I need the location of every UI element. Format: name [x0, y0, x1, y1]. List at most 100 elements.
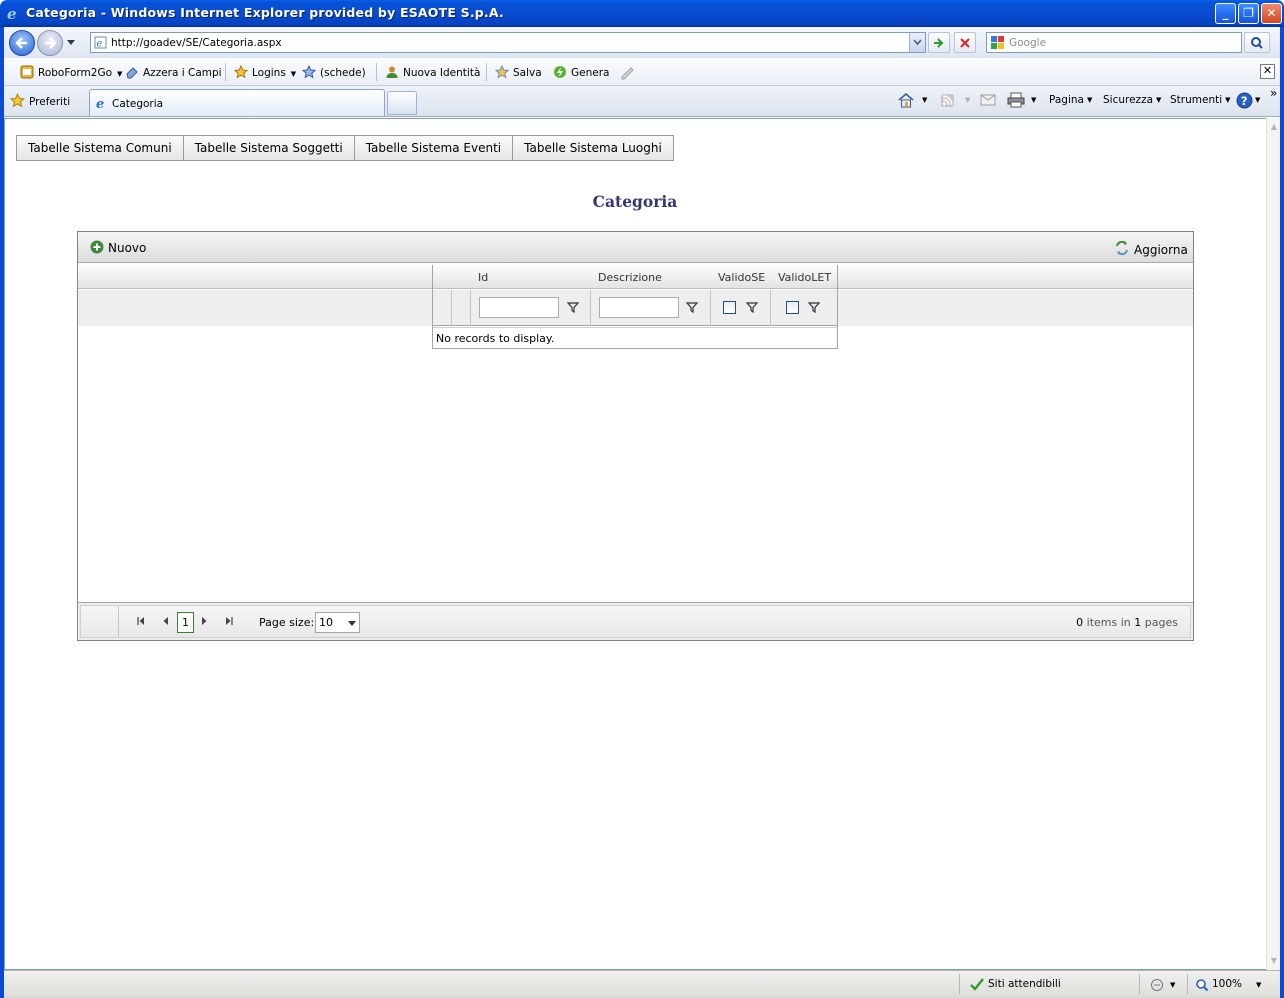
menu-sicurezza[interactable]: Sicurezza ▼ [1103, 94, 1161, 106]
help-icon[interactable]: ? [1236, 92, 1253, 109]
tab-categoria[interactable]: e Categoria [89, 89, 385, 116]
close-toolbar-button[interactable]: ✕ [1260, 64, 1275, 79]
menu-pagina-label: Pagina [1049, 94, 1084, 106]
filter-icon[interactable] [685, 300, 699, 314]
identity-person-icon [386, 66, 398, 78]
page-size-select[interactable]: 10 [315, 612, 360, 633]
page-count: 1 [1134, 616, 1142, 629]
logins-button[interactable]: Logins ▼ [234, 65, 296, 79]
new-identity-button[interactable]: Nuova Identità [385, 65, 480, 79]
roboform-button[interactable]: RoboForm2Go ▼ [20, 65, 122, 79]
favorites-button[interactable]: Preferiti [9, 92, 70, 108]
page-icon: e [94, 36, 107, 49]
go-button[interactable] [928, 32, 950, 53]
id-filter-input[interactable] [479, 297, 559, 318]
protected-dropdown-icon[interactable]: ▼ [1170, 981, 1175, 989]
column-separator [590, 290, 591, 326]
menu-pagina[interactable]: Pagina ▼ [1049, 94, 1092, 106]
print-dropdown-icon[interactable]: ▼ [1031, 96, 1036, 104]
grid-command-bar: Nuovo Aggiorna [78, 232, 1193, 263]
next-page-icon[interactable] [197, 614, 211, 628]
tabs-sets-label: (schede) [320, 67, 366, 79]
previous-page-icon[interactable] [159, 614, 173, 628]
scroll-up-icon[interactable]: ▲ [1267, 120, 1281, 134]
new-tab-button[interactable] [387, 91, 417, 115]
status-separator [1139, 974, 1140, 994]
status-separator [1187, 974, 1188, 994]
categoria-grid: Nuovo Aggiorna Id Descrizione ValidoSE V… [77, 231, 1194, 641]
inner-grid-table: Id Descrizione ValidoSE ValidoLET No rec… [432, 265, 838, 349]
svg-text:e: e [97, 39, 103, 50]
search-icon [1251, 37, 1263, 49]
descrizione-filter-input[interactable] [599, 297, 679, 318]
trusted-checkmark-icon [970, 978, 984, 991]
address-bar[interactable]: e http://goadev/SE/Categoria.aspx [90, 32, 926, 53]
first-page-icon[interactable] [134, 614, 148, 628]
scroll-down-icon[interactable]: ▼ [1267, 954, 1281, 968]
menu-tabelle-luoghi[interactable]: Tabelle Sistema Luoghi [513, 136, 673, 160]
close-button[interactable]: ✕ [1261, 3, 1282, 24]
print-icon[interactable] [1007, 92, 1025, 108]
tab-title: Categoria [112, 98, 164, 110]
feeds-icon[interactable] [940, 93, 955, 108]
back-button[interactable] [9, 30, 35, 56]
page-title: Categoria [592, 192, 678, 211]
ie-logo-icon: e [7, 5, 17, 21]
new-record-button[interactable]: Nuovo [90, 240, 146, 255]
column-header-validose[interactable]: ValidoSE [718, 271, 765, 284]
search-button[interactable] [1244, 32, 1270, 53]
column-header-descrizione[interactable]: Descrizione [598, 271, 662, 284]
current-page-button[interactable]: 1 [177, 612, 194, 633]
minimize-button[interactable]: _ [1215, 3, 1236, 24]
vertical-scrollbar[interactable]: ▲ ▼ [1266, 118, 1280, 970]
generate-button[interactable]: Genera [553, 65, 609, 79]
help-dropdown-icon[interactable]: ▼ [1255, 96, 1260, 104]
chevron-more-icon[interactable]: » [1270, 86, 1277, 100]
maximize-button[interactable]: ❐ [1238, 3, 1259, 24]
filter-icon[interactable] [745, 300, 759, 314]
save-star-icon [495, 65, 509, 79]
clear-fields-label: Azzera i Campi [143, 67, 222, 79]
chevron-down-icon [348, 621, 356, 626]
mail-icon[interactable] [980, 93, 996, 107]
empty-message: No records to display. [436, 332, 555, 345]
validose-filter-checkbox[interactable] [723, 301, 736, 314]
refresh-button[interactable]: Aggiorna [1114, 240, 1188, 257]
last-page-icon[interactable] [222, 614, 236, 628]
menu-tabelle-comuni[interactable]: Tabelle Sistema Comuni [17, 136, 184, 160]
highlight-pen-icon[interactable] [619, 64, 635, 80]
dropdown-arrow-icon: ▼ [1086, 96, 1093, 104]
generate-bolt-icon [554, 66, 566, 78]
clear-fields-button[interactable]: Azzera i Campi [125, 65, 222, 79]
menu-strumenti-label: Strumenti [1170, 94, 1223, 106]
menu-tabelle-eventi[interactable]: Tabelle Sistema Eventi [355, 136, 514, 160]
column-header-id[interactable]: Id [478, 271, 488, 284]
filter-icon[interactable] [566, 300, 580, 314]
menu-tabelle-soggetti[interactable]: Tabelle Sistema Soggetti [184, 136, 355, 160]
menu-strumenti[interactable]: Strumenti ▼ [1170, 94, 1231, 106]
zoom-dropdown-icon[interactable]: ▼ [1256, 981, 1261, 989]
search-box[interactable]: Google [986, 32, 1242, 53]
search-placeholder: Google [1009, 37, 1047, 49]
protected-mode-icon[interactable] [1150, 978, 1165, 992]
add-icon [90, 240, 104, 254]
recent-pages-dropdown-icon[interactable] [66, 39, 76, 47]
logins-star-icon [234, 65, 248, 79]
save-button[interactable]: Salva [495, 65, 542, 79]
stop-button[interactable] [954, 32, 976, 53]
column-header-validolet[interactable]: ValidoLET [778, 271, 831, 284]
tabs-sets-button[interactable]: (schede) [302, 65, 366, 79]
dropdown-arrow-icon: ▼ [117, 70, 123, 78]
address-dropdown-button[interactable] [909, 33, 925, 52]
forward-arrow-icon [45, 37, 57, 49]
zoom-level[interactable]: 100% [1212, 978, 1242, 990]
home-icon[interactable] [897, 92, 915, 108]
validolet-filter-checkbox[interactable] [786, 301, 799, 314]
dropdown-arrow-icon: ▼ [1156, 96, 1162, 104]
window-frame-right [1280, 27, 1284, 998]
home-dropdown-icon[interactable]: ▼ [922, 96, 927, 104]
forward-button[interactable] [37, 30, 63, 56]
zoom-icon[interactable] [1195, 978, 1209, 992]
eraser-icon [126, 67, 138, 79]
filter-icon[interactable] [807, 300, 821, 314]
